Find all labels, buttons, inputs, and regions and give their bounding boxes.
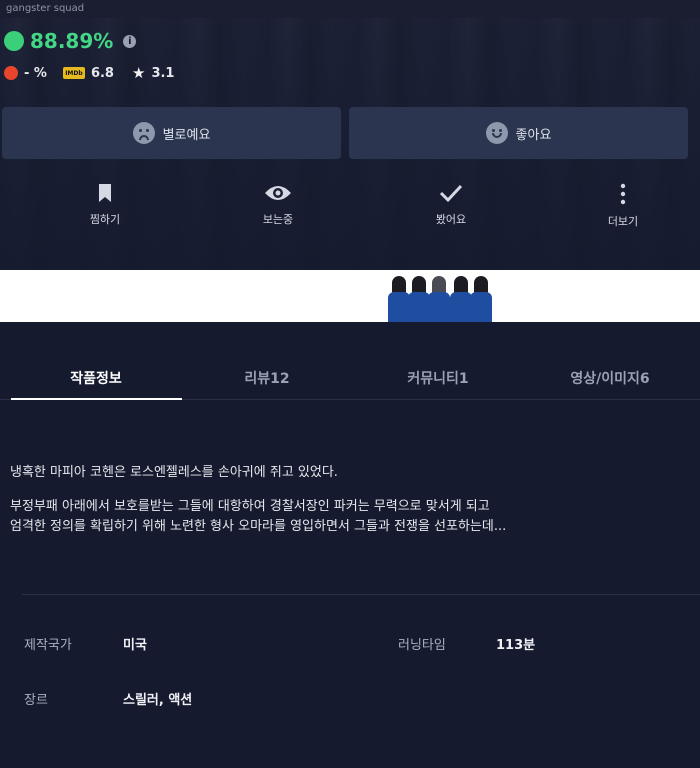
tab-bar: 작품정보 리뷰12 커뮤니티1 영상/이미지6 bbox=[0, 352, 700, 400]
bookmark-button[interactable]: 찜하기 bbox=[55, 183, 155, 227]
dislike-label: 별로예요 bbox=[162, 127, 211, 143]
imdb-logo-icon: IMDb bbox=[62, 67, 85, 79]
watching-button[interactable]: 보는중 bbox=[228, 183, 328, 227]
star-score: 3.1 bbox=[151, 65, 175, 81]
eye-icon bbox=[265, 186, 291, 200]
synopsis-line: 엄격한 정의를 확립하기 위해 노련한 형사 오마라를 영입하면서 그들과 전쟁… bbox=[10, 519, 507, 534]
tab-media[interactable]: 영상/이미지6 bbox=[525, 368, 695, 388]
more-button[interactable]: 더보기 bbox=[573, 183, 673, 229]
hero-backdrop: gangster squad 88.89% i - % IMDb 6.8 ★ 3… bbox=[0, 0, 700, 270]
positive-percent: 88.89% bbox=[30, 29, 114, 53]
watching-label: 보는중 bbox=[262, 213, 294, 226]
runtime-value: 113분 bbox=[496, 638, 536, 653]
country-label: 제작국가 bbox=[24, 638, 72, 653]
banner-figure bbox=[388, 274, 410, 322]
rotten-percent: - % bbox=[24, 65, 47, 81]
info-icon[interactable]: i bbox=[123, 34, 137, 48]
like-label: 좋아요 bbox=[515, 127, 552, 143]
action-row: 찜하기 보는중 봤어요 더보기 bbox=[0, 183, 700, 239]
banner-figure bbox=[450, 274, 472, 322]
positive-rating-icon bbox=[4, 31, 24, 51]
tab-info[interactable]: 작품정보 bbox=[11, 368, 181, 388]
more-vertical-icon bbox=[620, 183, 626, 205]
window-title: gangster squad bbox=[6, 3, 85, 14]
active-tab-indicator bbox=[11, 398, 182, 400]
happy-face-icon bbox=[485, 122, 508, 144]
title-strip bbox=[0, 0, 700, 18]
synopsis: 냉혹한 마피아 코헨은 로스엔젤레스를 손아귀에 쥐고 있었다. 부정부패 아래… bbox=[10, 463, 690, 537]
genre-value: 스릴러, 액션 bbox=[123, 693, 193, 708]
more-label: 더보기 bbox=[607, 215, 639, 228]
watched-label: 봤어요 bbox=[435, 213, 467, 226]
imdb-score: 6.8 bbox=[90, 65, 114, 81]
audience-rating: 88.89% i bbox=[4, 29, 137, 53]
runtime-label: 러닝타임 bbox=[398, 638, 446, 653]
synopsis-line: 부정부패 아래에서 보호를받는 그들에 대항하여 경찰서장인 파커는 무력으로 … bbox=[10, 499, 490, 514]
banner-figure bbox=[408, 274, 430, 322]
bookmark-icon bbox=[99, 184, 111, 202]
divider bbox=[22, 594, 700, 595]
banner-figure bbox=[428, 274, 450, 322]
sad-face-icon bbox=[132, 122, 155, 144]
tab-reviews[interactable]: 리뷰12 bbox=[182, 368, 352, 388]
score-row: - % IMDb 6.8 ★ 3.1 bbox=[4, 64, 174, 82]
genre-label: 장르 bbox=[24, 693, 48, 708]
check-icon bbox=[439, 184, 463, 203]
watched-button[interactable]: 봤어요 bbox=[401, 183, 501, 227]
country-value: 미국 bbox=[123, 638, 147, 653]
star-icon: ★ bbox=[131, 64, 146, 82]
ad-banner[interactable] bbox=[0, 270, 700, 322]
banner-figure bbox=[470, 274, 492, 322]
tab-community[interactable]: 커뮤니티1 bbox=[353, 368, 523, 388]
dislike-button[interactable]: 별로예요 bbox=[2, 107, 341, 159]
like-button[interactable]: 좋아요 bbox=[349, 107, 688, 159]
rotten-tomato-icon bbox=[4, 66, 18, 80]
bookmark-label: 찜하기 bbox=[89, 213, 121, 226]
synopsis-line: 냉혹한 마피아 코헨은 로스엔젤레스를 손아귀에 쥐고 있었다. bbox=[10, 465, 338, 480]
